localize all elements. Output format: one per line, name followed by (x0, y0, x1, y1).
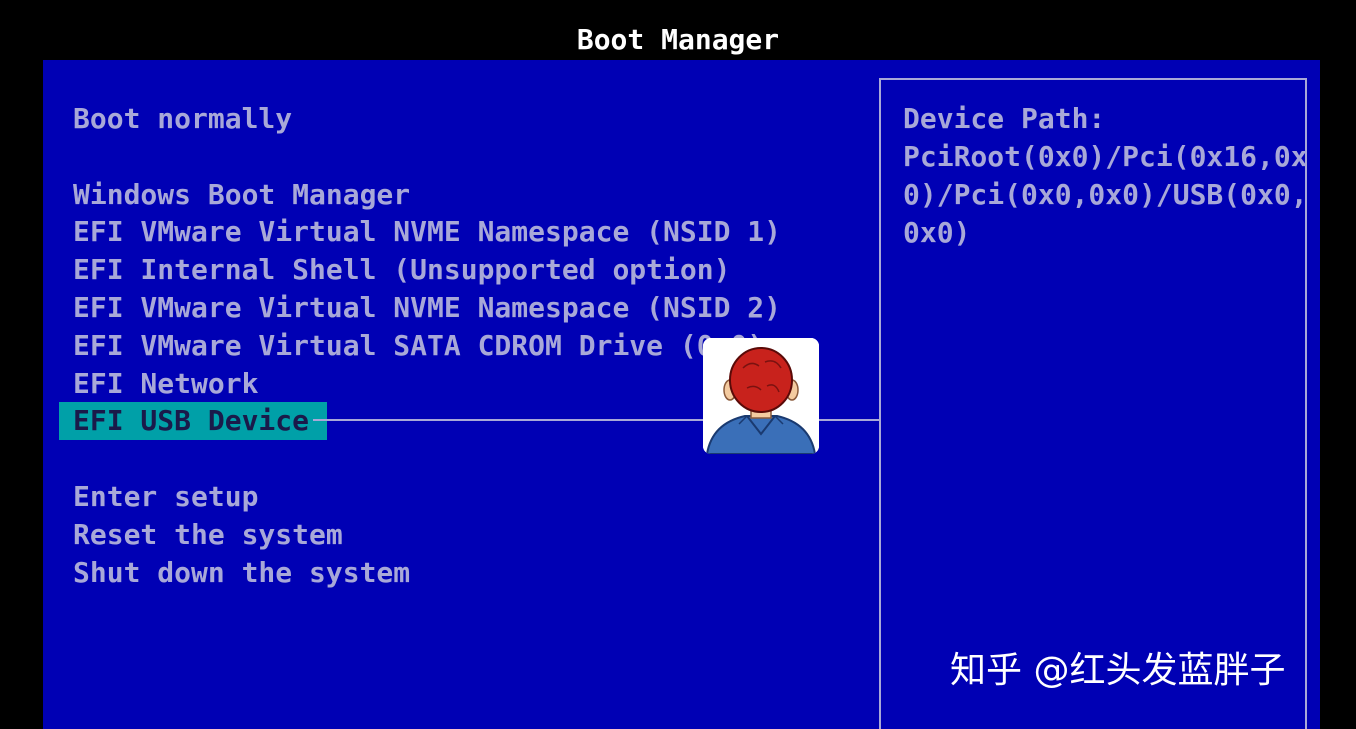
boot-manager-screen: Boot normally Windows Boot Manager EFI V… (43, 60, 1320, 729)
avatar-icon (703, 338, 819, 454)
menu-item-label: EFI VMware Virtual SATA CDROM Drive (0.0… (73, 328, 765, 362)
menu-item-label-selected: EFI USB Device (59, 402, 328, 441)
device-path-heading: Device Path: (903, 102, 1106, 135)
menu-item-label: EFI VMware Virtual NVME Namespace (NSID … (73, 215, 782, 249)
menu-item-label: Boot normally (73, 102, 293, 135)
menu-item-usb-device[interactable]: EFI USB Device (59, 402, 781, 441)
menu-item-label: EFI Internal Shell (Unsupported option) (73, 253, 731, 287)
menu-item-nvme-nsid2[interactable]: EFI VMware Virtual NVME Namespace (NSID … (73, 289, 781, 327)
device-path-line: 0x0) (903, 215, 971, 249)
menu-item-windows-boot-manager[interactable]: Windows Boot Manager (73, 176, 781, 214)
menu-item-label: Enter setup (73, 479, 259, 513)
menu-item-shut-down[interactable]: Shut down the system (73, 554, 781, 592)
menu-item-internal-shell[interactable]: EFI Internal Shell (Unsupported option) (73, 251, 781, 289)
menu-item-label: Shut down the system (73, 555, 411, 589)
menu-spacer (73, 440, 781, 478)
avatar-illustration (703, 338, 819, 454)
menu-item-label: Windows Boot Manager (73, 177, 411, 211)
menu-item-network[interactable]: EFI Network (73, 365, 781, 403)
menu-item-sata-cdrom[interactable]: EFI VMware Virtual SATA CDROM Drive (0.0… (73, 327, 781, 365)
menu-item-nvme-nsid1[interactable]: EFI VMware Virtual NVME Namespace (NSID … (73, 213, 781, 251)
menu-item-boot-normally[interactable]: Boot normally (73, 100, 781, 138)
menu-spacer (73, 138, 781, 176)
menu-item-label: Reset the system (73, 517, 343, 551)
menu-item-enter-setup[interactable]: Enter setup (73, 478, 781, 516)
device-path-panel: Device Path: PciRoot(0x0)/Pci(0x16,0x 0)… (879, 78, 1308, 729)
device-path-line: PciRoot(0x0)/Pci(0x16,0x (903, 140, 1308, 173)
watermark-text: 知乎 @红头发蓝胖子 (950, 650, 1286, 691)
boot-menu: Boot normally Windows Boot Manager EFI V… (59, 100, 781, 592)
menu-item-reset-system[interactable]: Reset the system (73, 516, 781, 554)
menu-item-label: EFI Network (73, 366, 259, 400)
page-title: Boot Manager (576, 23, 780, 56)
device-path-line: 0)/Pci(0x0,0x0)/USB(0x0, (903, 177, 1308, 211)
menu-item-label: EFI VMware Virtual NVME Namespace (NSID … (73, 290, 782, 324)
device-path-value: PciRoot(0x0)/Pci(0x16,0x 0)/Pci(0x0,0x0)… (903, 138, 1308, 251)
